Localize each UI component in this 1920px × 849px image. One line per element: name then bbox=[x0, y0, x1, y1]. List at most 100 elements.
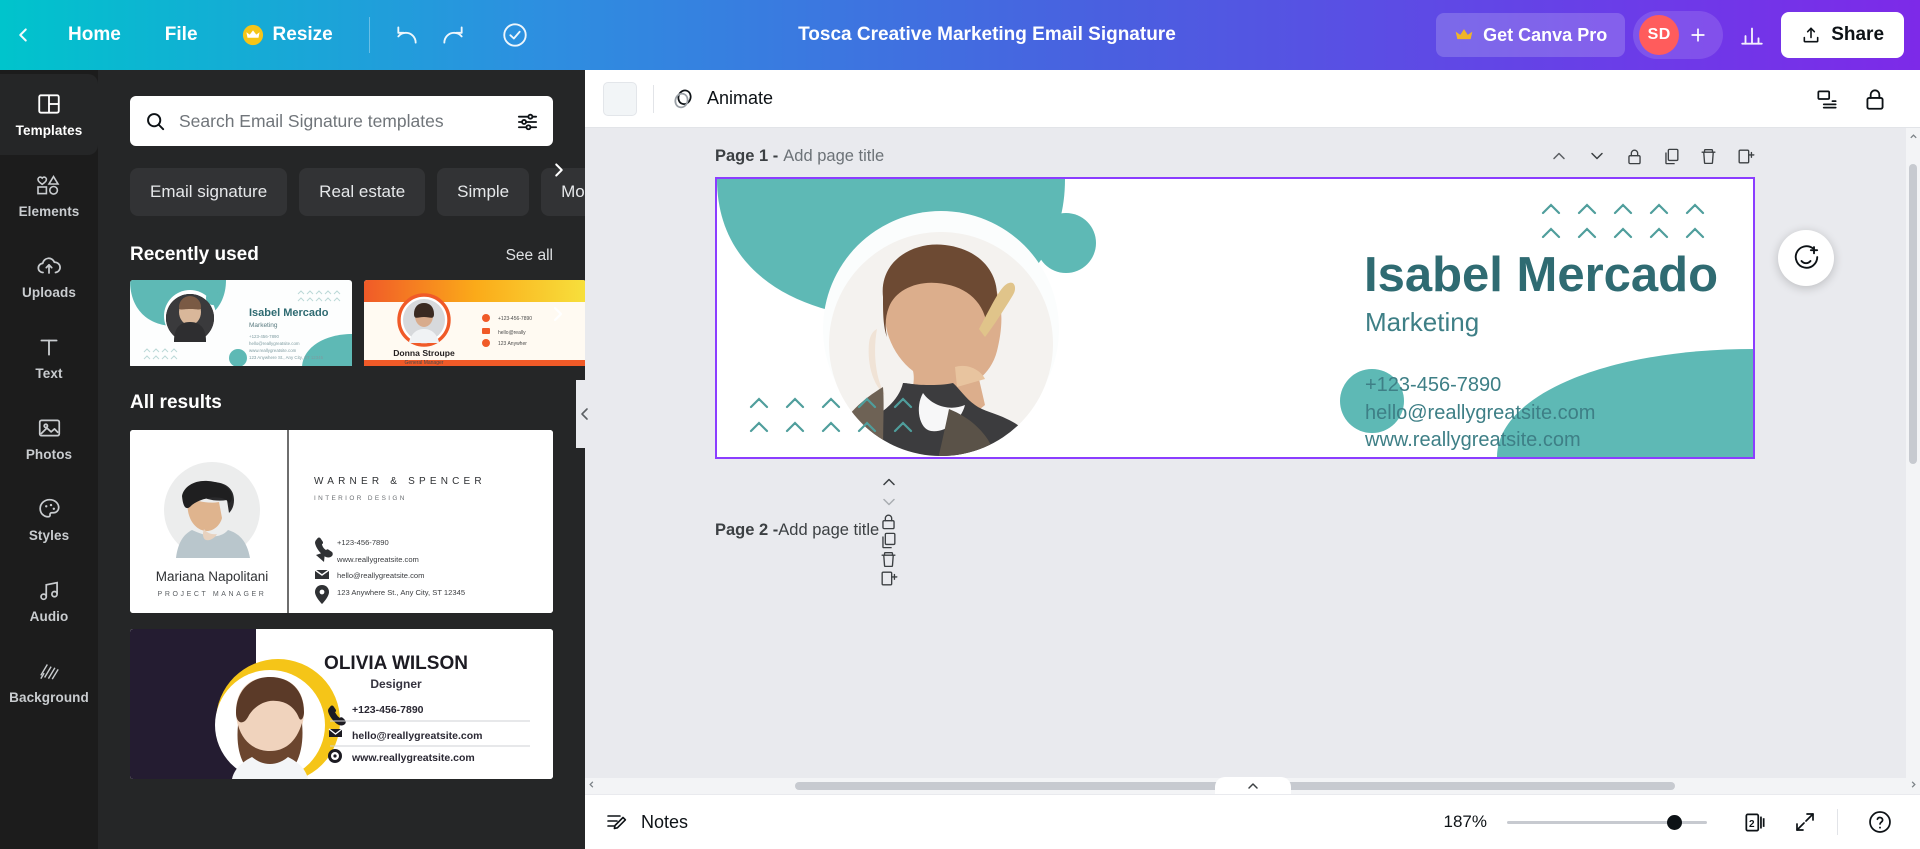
duplicate-icon bbox=[1665, 148, 1679, 164]
vertical-scroll-thumb[interactable] bbox=[1909, 164, 1917, 464]
list-item[interactable]: OLIVIA WILSON Designer +123-456-7890 hel… bbox=[130, 629, 553, 779]
move-page-down-button[interactable] bbox=[1587, 146, 1607, 166]
add-page-button[interactable] bbox=[1736, 147, 1755, 166]
sidebar-item-templates[interactable]: Templates bbox=[0, 74, 98, 155]
move-page-up-button-2[interactable] bbox=[879, 472, 899, 492]
notes-button[interactable]: Notes bbox=[605, 810, 688, 834]
page-2-title-input[interactable]: Add page title bbox=[778, 521, 879, 540]
chip-email-signature[interactable]: Email signature bbox=[130, 168, 288, 216]
move-page-down-button-2[interactable] bbox=[879, 492, 899, 512]
page-color-swatch[interactable] bbox=[603, 81, 637, 116]
position-button[interactable] bbox=[1806, 78, 1848, 120]
trash-icon bbox=[881, 552, 896, 568]
page-1-label: Page 1 - bbox=[715, 146, 779, 165]
recent-next-button[interactable] bbox=[541, 292, 575, 336]
list-item[interactable]: Isabel Mercado Marketing +123-456-7890 h… bbox=[130, 280, 352, 366]
add-page-icon bbox=[1738, 148, 1755, 164]
get-canva-pro-button[interactable]: Get Canva Pro bbox=[1436, 13, 1626, 57]
svg-text:Designer: Designer bbox=[370, 677, 422, 691]
sidebar-item-background[interactable]: Background bbox=[0, 641, 98, 722]
design-canvas-page-1[interactable]: Isabel Mercado Marketing +123-456-7890 h… bbox=[715, 177, 1755, 459]
lock-page-button-2[interactable] bbox=[879, 512, 899, 531]
home-menu[interactable]: Home bbox=[46, 13, 143, 57]
chevron-right-icon bbox=[555, 163, 563, 177]
fullscreen-button[interactable] bbox=[1785, 802, 1825, 842]
add-collaborator-button[interactable] bbox=[1679, 16, 1717, 54]
sidebar-item-elements[interactable]: Elements bbox=[0, 155, 98, 236]
add-page-button-2[interactable] bbox=[879, 569, 899, 588]
redo-button[interactable] bbox=[430, 12, 476, 58]
pages-count: 2 bbox=[1749, 819, 1755, 830]
chevron-up-icon bbox=[1247, 782, 1258, 789]
scroll-right-arrow[interactable] bbox=[1909, 780, 1918, 792]
search-box[interactable] bbox=[130, 96, 553, 146]
list-item[interactable]: WARNER & SPENCER INTERIOR DESIGN +123-45… bbox=[130, 430, 553, 613]
sidebar-item-label: Photos bbox=[25, 447, 73, 462]
back-button[interactable] bbox=[0, 0, 46, 70]
duplicate-page-button-2[interactable] bbox=[879, 531, 899, 550]
svg-text:123 Anywhere St., Any City, ST: 123 Anywhere St., Any City, ST 12345 bbox=[249, 355, 324, 360]
zoom-knob[interactable] bbox=[1667, 815, 1682, 830]
pages-view-button[interactable]: 2 bbox=[1735, 802, 1775, 842]
chip-real-estate[interactable]: Real estate bbox=[299, 168, 426, 216]
duplicate-icon bbox=[882, 532, 896, 549]
file-menu[interactable]: File bbox=[143, 13, 220, 57]
header-divider bbox=[368, 17, 370, 53]
delete-page-button-2[interactable] bbox=[879, 550, 899, 569]
chips-next-button[interactable] bbox=[543, 154, 575, 186]
avatar[interactable]: SD bbox=[1639, 15, 1680, 55]
collapse-panel-icon bbox=[581, 408, 588, 420]
svg-text:www.reallygreatsite.com: www.reallygreatsite.com bbox=[336, 555, 419, 564]
collapse-panel-button[interactable] bbox=[576, 380, 594, 448]
see-all-link[interactable]: See all bbox=[506, 247, 553, 265]
svg-text:WARNER & SPENCER: WARNER & SPENCER bbox=[314, 476, 486, 487]
search-input[interactable] bbox=[167, 110, 506, 132]
share-button[interactable]: Share bbox=[1781, 12, 1905, 58]
magic-assistant-button[interactable] bbox=[1778, 230, 1834, 286]
svg-text:www.reallygreatsite.com: www.reallygreatsite.com bbox=[249, 348, 297, 353]
lock-page-button[interactable] bbox=[1625, 147, 1644, 166]
resize-button[interactable]: Resize bbox=[220, 13, 355, 57]
delete-page-button[interactable] bbox=[1699, 147, 1718, 166]
svg-text:hello@really: hello@really bbox=[498, 330, 526, 336]
filter-chips: Email signature Real estate Simple Moder… bbox=[98, 146, 585, 216]
lock-button[interactable] bbox=[1854, 78, 1896, 120]
zoom-slider[interactable] bbox=[1507, 812, 1707, 832]
sidebar-item-styles[interactable]: Styles bbox=[0, 479, 98, 560]
svg-text:hello@reallygreatsite.com: hello@reallygreatsite.com bbox=[352, 730, 482, 742]
canvas-toolbar: Animate bbox=[585, 70, 1920, 128]
text-icon bbox=[40, 339, 58, 356]
undo-button[interactable] bbox=[384, 12, 430, 58]
help-icon bbox=[1869, 811, 1891, 833]
animate-button[interactable]: Animate bbox=[670, 86, 773, 112]
elements-icon bbox=[37, 175, 60, 195]
sidebar-item-audio[interactable]: Audio bbox=[0, 560, 98, 641]
page-1-tools bbox=[1549, 146, 1755, 166]
design-title[interactable]: Tosca Creative Marketing Email Signature bbox=[786, 24, 1188, 46]
help-button[interactable] bbox=[1860, 802, 1900, 842]
vertical-scrollbar[interactable] bbox=[1906, 128, 1920, 796]
duplicate-page-button[interactable] bbox=[1662, 147, 1681, 166]
template-result-olivia: OLIVIA WILSON Designer +123-456-7890 hel… bbox=[130, 629, 553, 779]
sidebar-item-label: Uploads bbox=[22, 285, 76, 300]
undo-icon bbox=[397, 26, 417, 44]
sidebar-item-uploads[interactable]: Uploads bbox=[0, 236, 98, 317]
chip-simple[interactable]: Simple bbox=[437, 168, 530, 216]
page-1-title-input[interactable]: Add page title bbox=[783, 147, 884, 166]
move-page-up-button[interactable] bbox=[1549, 146, 1569, 166]
filter-sliders-icon[interactable] bbox=[506, 110, 539, 133]
chevron-right-icon bbox=[553, 306, 563, 322]
scroll-up-arrow[interactable] bbox=[1906, 128, 1920, 144]
chevron-down-icon bbox=[883, 498, 895, 506]
scroll-left-arrow[interactable] bbox=[587, 780, 596, 792]
svg-text:PROJECT MANAGER: PROJECT MANAGER bbox=[158, 591, 267, 598]
cloud-upload-icon bbox=[37, 257, 61, 274]
sidebar-item-text[interactable]: Text bbox=[0, 317, 98, 398]
insights-button[interactable] bbox=[1729, 12, 1775, 58]
search-area bbox=[98, 70, 585, 146]
save-status-button[interactable] bbox=[492, 12, 538, 58]
chevron-left-icon bbox=[589, 781, 594, 788]
sidebar-item-photos[interactable]: Photos bbox=[0, 398, 98, 479]
chevron-up-icon bbox=[883, 478, 895, 486]
expand-notes-handle[interactable] bbox=[1214, 777, 1291, 794]
